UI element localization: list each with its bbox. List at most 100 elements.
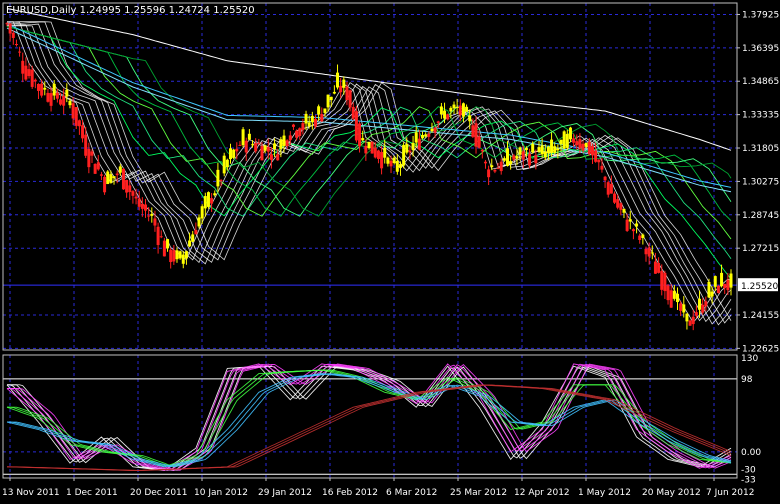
oscillator-tick-label: 98 <box>741 375 753 385</box>
candle-body <box>395 161 399 172</box>
date-label: 12 Apr 2012 <box>514 488 570 498</box>
candle-body <box>524 147 528 151</box>
candle-body <box>581 143 585 151</box>
candle-body <box>600 165 604 170</box>
candle-body <box>251 144 255 146</box>
candle-body <box>8 23 12 34</box>
candle-body <box>30 69 34 87</box>
candle-body <box>310 115 314 123</box>
candle-body <box>594 150 598 162</box>
candle-body <box>203 196 207 209</box>
metatrader-chart-window[interactable]: 1.37925 1.36395 1.34865 1.33335 1.31805 1.302… <box>0 0 780 500</box>
price-tick-label: 1.34865 <box>742 77 779 87</box>
candle-body <box>339 85 343 93</box>
candle-body <box>263 145 267 151</box>
candle-body <box>720 272 724 287</box>
candle-body <box>62 96 66 106</box>
candle-body <box>134 196 138 199</box>
candle-body <box>273 143 277 149</box>
candle-body <box>483 161 487 164</box>
candle-body <box>24 65 28 80</box>
oscillator-tick-label: 130 <box>741 354 758 364</box>
date-label: 16 Feb 2012 <box>322 488 378 498</box>
candle-body <box>628 219 632 222</box>
candle-body <box>65 89 69 97</box>
candle-body <box>373 147 377 158</box>
price-tick-label: 1.33335 <box>742 111 779 121</box>
candle-body <box>480 150 484 152</box>
candle-body <box>159 236 163 238</box>
candle-body <box>156 226 160 245</box>
candle-body <box>59 99 63 105</box>
candle-body <box>546 146 550 154</box>
candle-body <box>512 155 516 160</box>
candle-body <box>421 134 425 139</box>
candle-body <box>590 146 594 156</box>
candle-body <box>713 276 717 287</box>
candle-body <box>295 130 299 138</box>
candle-body <box>313 118 317 127</box>
candle-body <box>701 304 705 313</box>
candle-body <box>707 281 711 298</box>
candle-body <box>140 203 144 209</box>
candle-body <box>506 148 510 166</box>
candle-body <box>235 148 239 152</box>
candle-body <box>288 135 292 141</box>
date-label: 1 Dec 2011 <box>66 488 118 498</box>
candle-body <box>210 198 214 204</box>
candle-body <box>49 93 53 106</box>
candle-body <box>307 122 311 127</box>
oscillator-tick-label: 0.00 <box>741 448 761 458</box>
candle-body <box>392 157 396 164</box>
candle-body <box>225 159 229 168</box>
candle-body <box>694 312 698 316</box>
candle-body <box>376 150 380 159</box>
candle-body <box>298 128 302 137</box>
candle-body <box>191 234 195 242</box>
candle-body <box>361 138 365 141</box>
candle-body <box>679 303 683 311</box>
price-tick-label: 1.37925 <box>742 10 779 20</box>
candle-body <box>367 141 371 149</box>
candle-body <box>46 92 50 102</box>
candle-body <box>178 251 182 259</box>
candle-body <box>455 106 459 108</box>
candle-body <box>254 143 258 152</box>
candle-body <box>197 217 201 227</box>
date-label: 7 Jun 2012 <box>706 488 754 498</box>
candle-body <box>616 199 620 208</box>
candle-body <box>206 192 210 207</box>
candle-body <box>291 124 295 127</box>
candle-body <box>471 125 475 137</box>
candle-body <box>380 151 384 169</box>
chart-canvas[interactable]: 1.37925 1.36395 1.34865 1.33335 1.31805 1.302… <box>0 0 780 500</box>
candle-body <box>269 154 273 160</box>
candle-body <box>5 23 9 25</box>
candle-body <box>342 79 346 88</box>
candle-body <box>414 132 418 143</box>
price-tick-label: 1.36395 <box>742 44 779 54</box>
symbol-header: EURUSD,Daily 1.24995 1.25596 1.24724 1.2… <box>6 5 255 16</box>
candle-body <box>323 108 327 113</box>
date-label: 25 Mar 2012 <box>450 488 507 498</box>
candle-body <box>565 133 569 148</box>
candle-body <box>93 163 97 174</box>
candle-body <box>698 298 702 310</box>
candle-body <box>147 215 151 217</box>
oscillator-tick-label: -33 <box>741 476 756 486</box>
candle-body <box>169 249 173 263</box>
candle-body <box>364 145 368 154</box>
candle-body <box>509 161 513 165</box>
date-label: 20 Dec 2011 <box>130 488 188 498</box>
candle-body <box>644 248 648 255</box>
date-label: 6 Mar 2012 <box>386 488 437 498</box>
candle-body <box>222 155 226 174</box>
candle-body <box>81 125 85 139</box>
candle-body <box>638 235 642 240</box>
candle-body <box>370 141 374 154</box>
candle-body <box>36 83 40 91</box>
candle-body <box>458 105 462 116</box>
candle-body <box>282 135 286 147</box>
candle-body <box>99 174 103 176</box>
price-tick-label: 1.31805 <box>742 144 779 154</box>
